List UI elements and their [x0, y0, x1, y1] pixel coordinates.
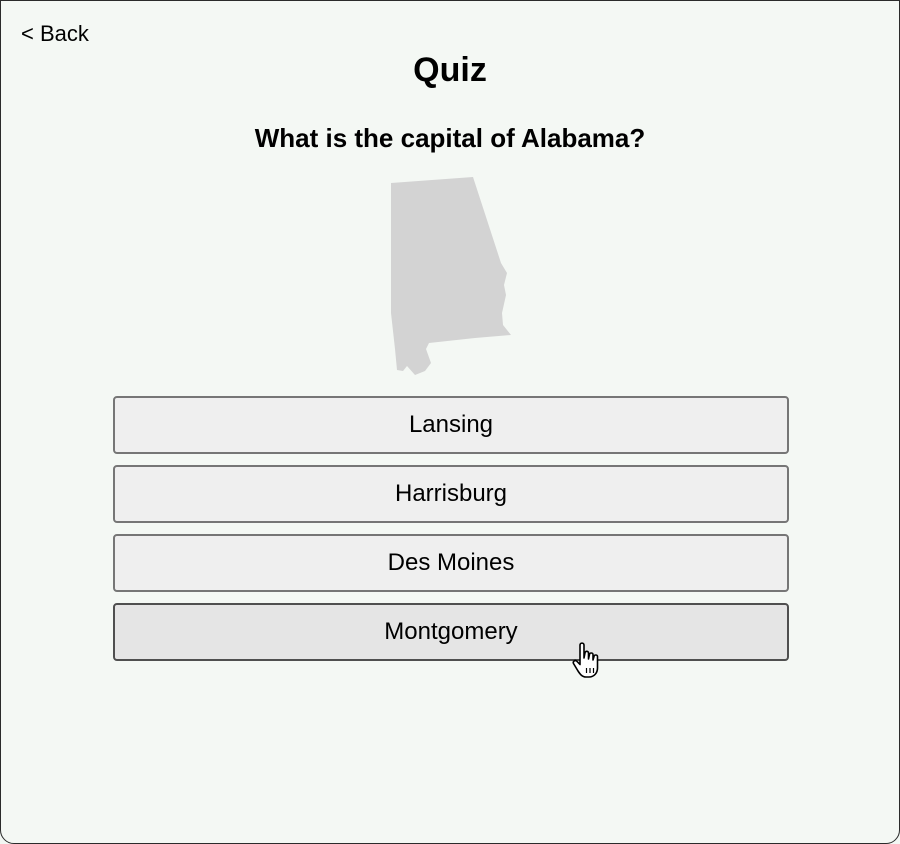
state-outline	[391, 177, 511, 375]
answer-button-montgomery[interactable]: Montgomery	[113, 603, 789, 661]
answer-button-lansing[interactable]: Lansing	[113, 396, 789, 454]
answer-button-des-moines[interactable]: Des Moines	[113, 534, 789, 592]
back-button[interactable]: < Back	[21, 21, 89, 47]
alabama-map-icon	[391, 177, 511, 375]
quiz-question: What is the capital of Alabama?	[254, 123, 646, 153]
answer-button-harrisburg[interactable]: Harrisburg	[113, 465, 789, 523]
answer-list: Lansing Harrisburg Des Moines Montgomery	[113, 396, 789, 672]
page-title: Quiz	[413, 51, 487, 89]
quiz-window: < Back Quiz What is the capital of Alaba…	[0, 0, 900, 844]
